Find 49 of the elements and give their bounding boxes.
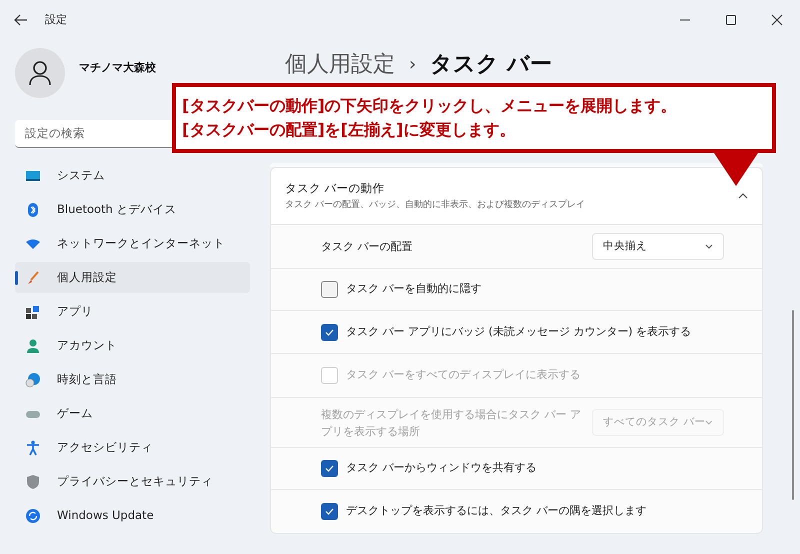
account-name: マチノマ大森校 — [79, 61, 156, 74]
checkmark-icon — [325, 328, 334, 336]
checkbox[interactable] — [321, 503, 338, 520]
person-icon — [28, 60, 52, 86]
dropdown[interactable]: 中央揃え — [592, 233, 724, 260]
sidebar-item[interactable]: ゲーム — [15, 398, 250, 429]
section-subtitle: タスク バーの配置、バッジ、自動的に非表示、および複数のディスプレイ — [285, 198, 585, 212]
brush-icon — [25, 270, 41, 286]
sidebar-item[interactable]: アプリ — [15, 296, 250, 327]
chevron-down-icon — [705, 420, 713, 425]
sidebar-item[interactable]: Windows Update — [15, 500, 250, 531]
section-title: タスク バーの動作 — [285, 180, 386, 197]
window-title: 設定 — [45, 12, 67, 28]
chevron-icon[interactable] — [738, 193, 748, 199]
bluetooth-icon — [25, 202, 41, 218]
section-header[interactable]: タスク バーの動作 タスク バーの配置、バッジ、自動的に非表示、および複数のディスプレイ — [271, 168, 762, 225]
sidebar-item[interactable]: Bluetooth とデバイス — [15, 194, 250, 225]
breadcrumb-separator: › — [409, 52, 416, 76]
checkbox-label: タスク バーをすべてのディスプレイに表示する — [346, 367, 580, 384]
checkbox-label: タスク バーからウィンドウを共有する — [346, 460, 536, 476]
setting-label: タスク バーの配置 — [321, 239, 414, 255]
sidebar-item[interactable]: 時刻と言語 — [15, 364, 250, 395]
apps-icon — [25, 304, 41, 320]
sidebar-item[interactable]: プライバシーとセキュリティ — [15, 466, 250, 497]
page-title: タスク バー — [430, 50, 552, 78]
sidebar-item[interactable]: システム — [15, 160, 250, 191]
back-icon[interactable] — [14, 14, 28, 26]
callout-text: [タスクバーの動作]の下矢印をクリックし、メニューを展開します。 — [182, 95, 678, 117]
breadcrumb-parent[interactable]: 個人用設定 — [285, 48, 395, 80]
checkbox[interactable] — [321, 281, 338, 298]
sync-icon — [25, 508, 41, 524]
checkbox-label: タスク バーを自動的に隠す — [346, 281, 482, 298]
sidebar-item[interactable]: ネットワークとインターネット — [15, 228, 250, 259]
sidebar-item[interactable]: アカウント — [15, 330, 250, 361]
accessibility-icon — [25, 440, 41, 456]
checkmark-icon — [325, 465, 334, 472]
shield-icon — [25, 474, 41, 490]
setting-label: 複数のディスプレイを使用する場合にタスク バー アプリを表示する場所 — [321, 406, 582, 440]
scrollbar[interactable] — [792, 310, 794, 500]
sidebar-item[interactable]: 個人用設定 — [15, 262, 250, 293]
checkbox-label: タスク バー アプリにバッジ (未読メッセージ カウンター) を表示する — [346, 324, 692, 340]
checkmark-icon — [325, 508, 334, 515]
chevron-down-icon — [705, 244, 713, 249]
checkbox-label: デスクトップを表示するには、タスク バーの隅を選択します — [346, 503, 646, 520]
globe-clock-icon — [25, 372, 41, 388]
person-icon — [25, 338, 41, 354]
sidebar-item[interactable]: アクセシビリティ — [15, 432, 250, 463]
checkbox[interactable] — [321, 324, 338, 340]
checkbox[interactable] — [321, 460, 338, 477]
